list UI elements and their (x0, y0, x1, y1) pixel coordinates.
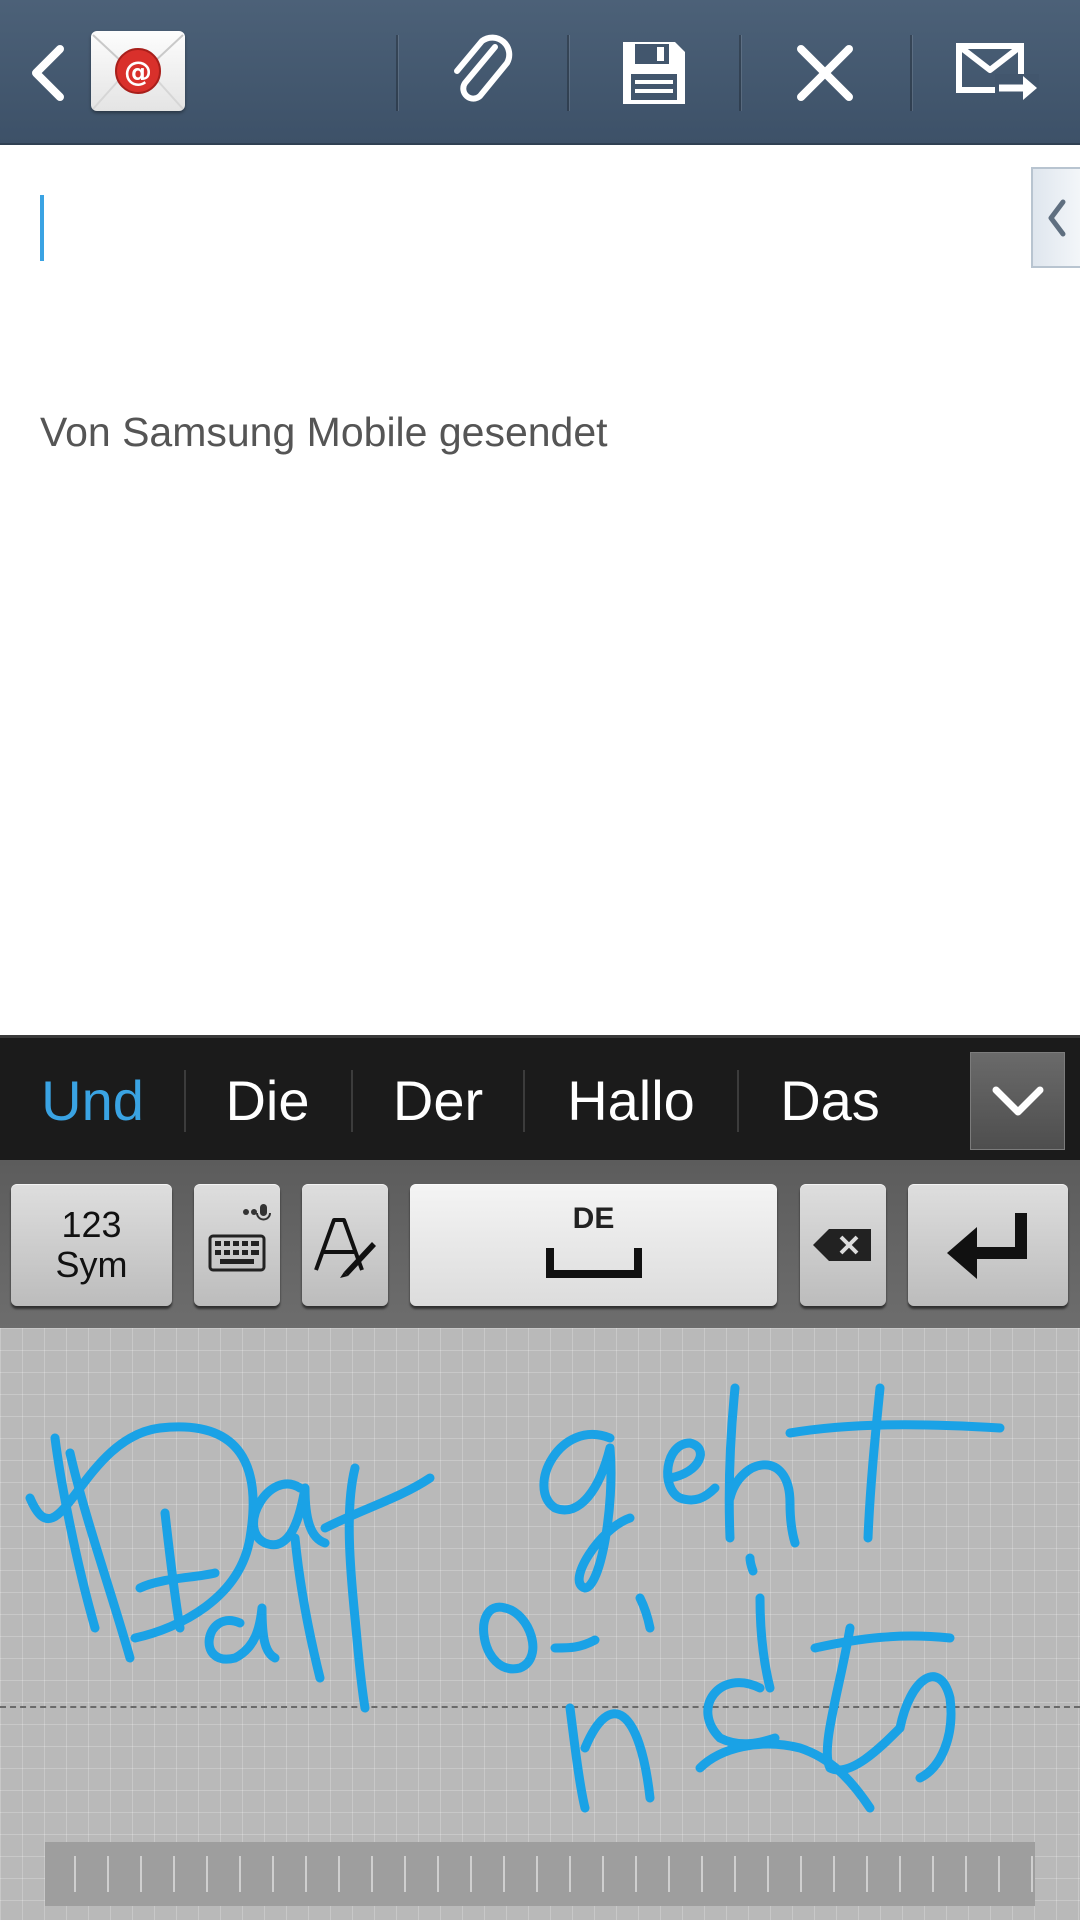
ink-stroke (745, 1553, 758, 1576)
ink-stroke (160, 1508, 185, 1633)
symbols-key-line2: Sym (55, 1244, 128, 1285)
symbols-key-line1: 123 (61, 1204, 122, 1245)
save-button[interactable] (579, 20, 729, 125)
ink-stroke (479, 1602, 538, 1674)
suggestion-und[interactable]: Und (20, 1038, 165, 1163)
ink-stroke (580, 1709, 655, 1803)
ink-stroke (320, 1473, 435, 1533)
backspace-icon (813, 1229, 871, 1261)
ink-stroke (822, 1623, 905, 1775)
suggestion-die[interactable]: Die (190, 1038, 345, 1163)
email-app-icon: @ (91, 31, 185, 111)
ink-stroke (863, 1383, 885, 1543)
ink-stroke (204, 1603, 280, 1664)
keyboard-language-label: DE (572, 1202, 615, 1235)
suggestion-hallo[interactable]: Hallo (530, 1038, 732, 1163)
chevron-left-icon (1048, 199, 1065, 236)
ink-stroke (565, 1703, 590, 1813)
ink-stroke (810, 1631, 955, 1653)
keyboard-mode-key[interactable] (194, 1184, 280, 1306)
ink-stroke (539, 1430, 635, 1593)
action-bar: @ (0, 0, 1080, 145)
ink-stroke (785, 1420, 1005, 1438)
ink-stroke (550, 1635, 600, 1653)
discard-button[interactable] (750, 20, 900, 125)
ink-stroke (249, 1479, 330, 1550)
ink-stroke (635, 1593, 655, 1633)
handwriting-pad[interactable] (0, 1328, 1080, 1920)
attach-icon (454, 34, 513, 102)
ink-stroke (703, 1678, 780, 1749)
send-icon (956, 42, 1039, 100)
chevron-down-icon (992, 1086, 1043, 1116)
keyboard-icon (208, 1204, 271, 1272)
suggestion-divider (737, 1070, 739, 1132)
close-icon (797, 44, 853, 101)
message-body-editor[interactable]: Von Samsung Mobile gesendet (0, 147, 1080, 1035)
suggestion-der[interactable]: Der (358, 1038, 518, 1163)
enter-key[interactable] (908, 1184, 1068, 1306)
ink-stroke (725, 1460, 800, 1548)
back-icon (32, 45, 64, 101)
ink-stroke (663, 1438, 720, 1505)
side-panel-handle[interactable] (1031, 167, 1080, 268)
ink-stroke (755, 1593, 775, 1693)
actionbar-divider (396, 35, 398, 111)
send-button[interactable] (922, 20, 1072, 125)
attach-button[interactable] (408, 20, 558, 125)
suggestion-divider (523, 1070, 525, 1132)
back-button[interactable] (18, 40, 78, 106)
enter-icon (947, 1213, 1027, 1279)
space-key[interactable]: DE (410, 1184, 777, 1306)
handwriting-pen-icon (314, 1218, 376, 1278)
word-suggestion-bar: Und Die Der Hallo Das (0, 1035, 1080, 1160)
save-icon (623, 41, 685, 104)
actionbar-divider (910, 35, 912, 111)
ink-stroke (25, 1422, 258, 1643)
ink-stroke (290, 1533, 325, 1683)
handwriting-scroll-strip[interactable] (45, 1842, 1035, 1906)
actionbar-divider (567, 35, 569, 111)
suggestion-das[interactable]: Das (745, 1038, 915, 1163)
email-at-glyph: @ (124, 55, 152, 88)
text-cursor (40, 195, 44, 261)
actionbar-divider (739, 35, 741, 111)
email-signature: Von Samsung Mobile gesendet (40, 409, 608, 455)
handwriting-mode-key[interactable] (302, 1184, 388, 1306)
ink-stroke (724, 1383, 740, 1543)
space-bar-icon (546, 1248, 642, 1278)
handwriting-ink (25, 1383, 1005, 1813)
expand-suggestions-button[interactable] (970, 1052, 1065, 1150)
ink-stroke (344, 1463, 370, 1713)
symbols-key[interactable]: 123 Sym (11, 1184, 172, 1306)
suggestion-divider (184, 1070, 186, 1132)
ink-stroke (695, 1739, 875, 1813)
suggestion-divider (351, 1070, 353, 1132)
ink-stroke (895, 1672, 956, 1783)
email-compose-screen: @ Von Samsung Mobile gesendet Und Die De… (0, 0, 1080, 1920)
keyboard-function-row: 123 Sym DE (0, 1160, 1080, 1328)
backspace-key[interactable] (800, 1184, 886, 1306)
